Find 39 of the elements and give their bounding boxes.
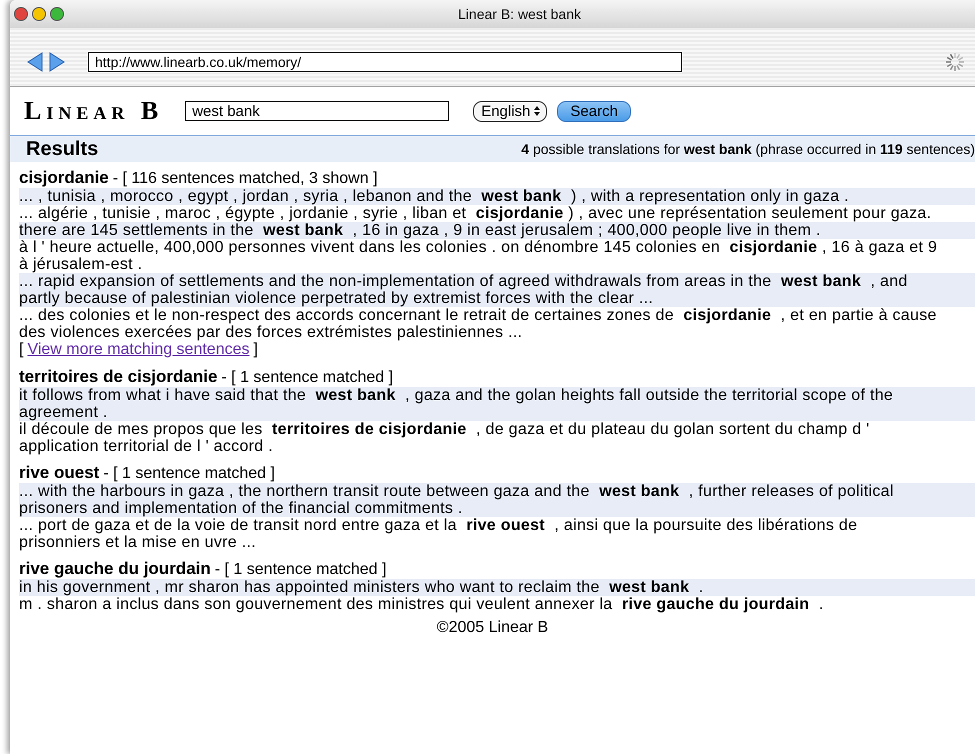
stepper-icon bbox=[533, 105, 542, 117]
results-summary: 4 possible translations for west bank (phrase occurred in 119 sentences) bbox=[521, 141, 975, 157]
sentence: in his government , mr sharon has appointed ministers who want to reclaim the west bank . bbox=[19, 579, 975, 596]
match-count: - [ 1 sentence matched ] bbox=[214, 561, 386, 579]
sentence: it follows from what i have said that the west bank , gaza and the golan heights fall outside the territorial scope of the agreement . bbox=[19, 387, 975, 421]
match-count: - [ 1 sentence matched ] bbox=[221, 369, 394, 387]
site-logo: Linear B bbox=[24, 96, 164, 126]
search-button[interactable]: Search bbox=[557, 100, 631, 122]
copyright: ©2005 Linear B bbox=[436, 619, 548, 636]
search-field[interactable]: west bank bbox=[185, 101, 450, 121]
sentence: il découle de mes propos que les territoires de cisjordanie , de gaza et du plateau du golan sortent du champ d ' application territorial de l ' accord . bbox=[19, 421, 975, 455]
more-sentences-link[interactable]: View more matching sentences bbox=[27, 341, 250, 359]
sentence: ... des colonies et le non-respect des accords concernant le retrait de certaines zones de cisjordanie , et en partie à cause des violences exercées par des forces extrémistes palestiniennes ... bbox=[19, 307, 975, 341]
forward-icon[interactable] bbox=[48, 52, 66, 72]
translation-term: rive gauche du jourdain bbox=[19, 559, 211, 579]
back-icon[interactable] bbox=[26, 52, 44, 72]
match-count: - [ 116 sentences matched, 3 shown ] bbox=[112, 170, 378, 188]
close-button[interactable] bbox=[14, 7, 28, 21]
bracket: ] bbox=[254, 341, 258, 359]
address-field[interactable]: http://www.linearb.co.uk/memory/ bbox=[88, 52, 682, 72]
sentence: ... , tunisia , morocco , egypt , jordan , syria , lebanon and the west bank ) , with a representation only in gaza . bbox=[19, 188, 975, 205]
window-title: Linear B: west bank bbox=[457, 6, 582, 22]
spinner-icon bbox=[945, 52, 965, 72]
sentence: ... port de gaza et de la voie de transit nord entre gaza et la rive ouest , ainsi que la poursuite des libérations de prisonniers et la mise en uvre ... bbox=[19, 517, 975, 551]
sentence: there are 145 settlements in the west bank , 16 in gaza , 9 in east jerusalem ; 400,000 people live in them . bbox=[19, 222, 975, 239]
minimize-button[interactable] bbox=[32, 7, 46, 21]
translation-term: rive ouest bbox=[19, 463, 100, 483]
sentence: m . sharon a inclus dans son gouvernement des ministres qui veulent annexer la rive gauche du jourdain . bbox=[19, 596, 975, 613]
translation-term: territoires de cisjordanie bbox=[19, 367, 218, 387]
sentence: ... algérie , tunisie , maroc , égypte , jordanie , syrie , liban et cisjordanie ) , avec une représentation seulement pour gaza. bbox=[19, 205, 975, 222]
zoom-button[interactable] bbox=[50, 7, 64, 21]
sentence: ... with the harbours in gaza , the northern transit route between gaza and the west bank , further releases of political prisoners and implementation of the financial commitments . bbox=[19, 483, 975, 517]
language-select[interactable]: English bbox=[473, 100, 548, 122]
sentence: à l ' heure actuelle, 400,000 personnes vivent dans les colonies . on dénombre 145 colonies en cisjordanie , 16 à gaza et 9 à jérusalem-est . bbox=[19, 239, 975, 273]
match-count: - [ 1 sentence matched ] bbox=[103, 465, 275, 483]
translation-term: cisjordanie bbox=[19, 168, 109, 188]
bracket: [ bbox=[19, 341, 24, 359]
results-title: Results bbox=[26, 138, 98, 160]
sentence: ... rapid expansion of settlements and the non-implementation of agreed withdrawals from areas in the west bank , and partly because of palestinian violence perpetrated by extremist forces with the clear ... bbox=[19, 273, 975, 307]
